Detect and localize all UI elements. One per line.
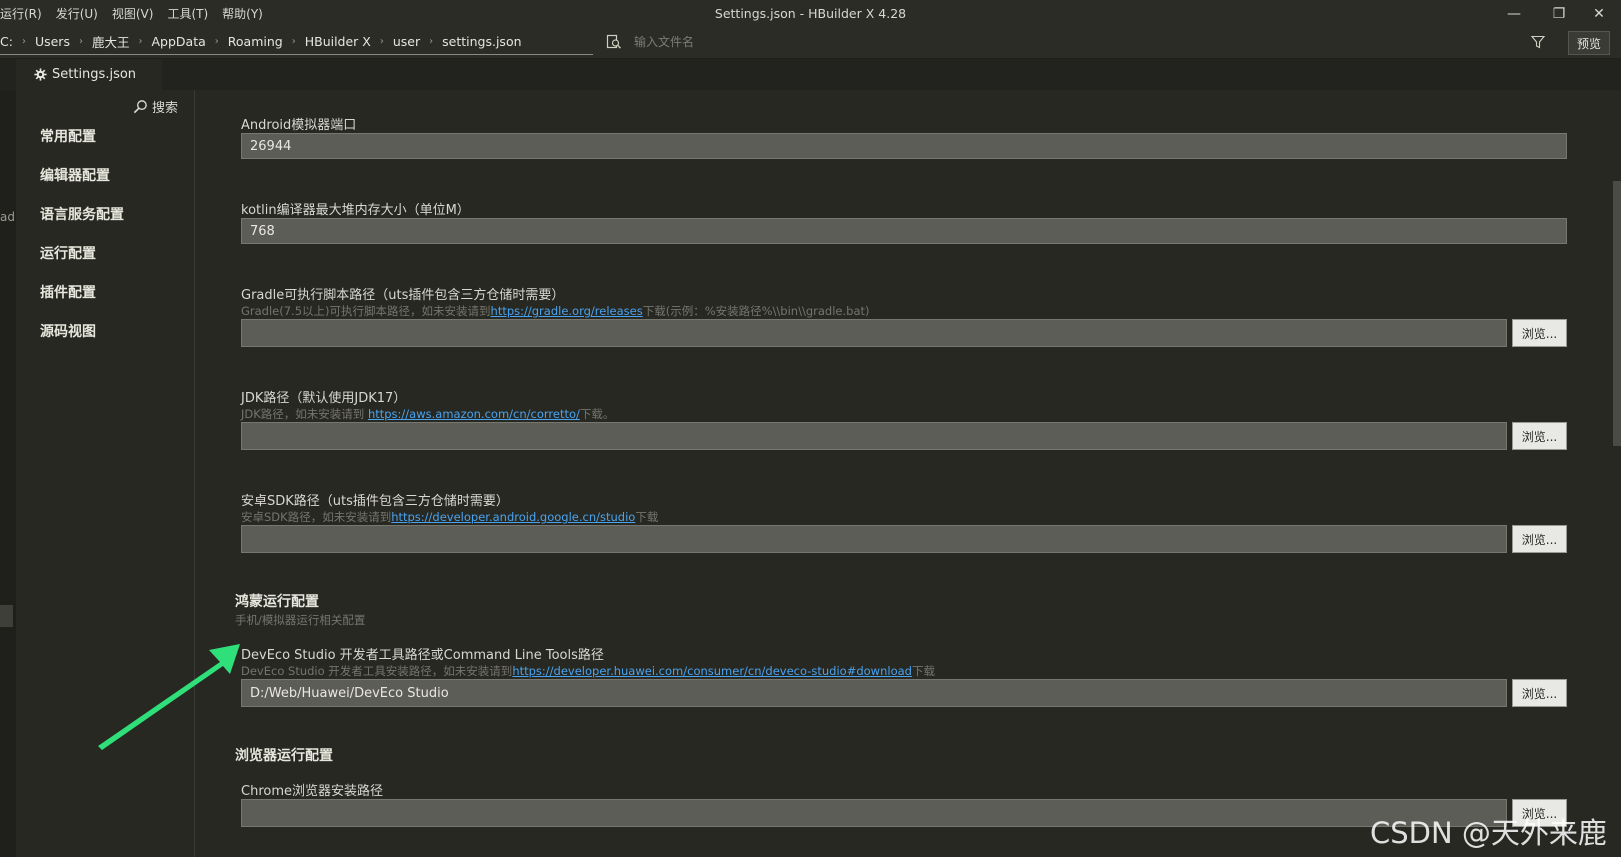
breadcrumb-item[interactable]: Users	[35, 34, 70, 49]
breadcrumb-item[interactable]: settings.json	[442, 34, 521, 49]
deveco-desc-suffix: 下载	[911, 664, 935, 678]
file-search	[606, 31, 1436, 53]
menu-view[interactable]: 视图(V)	[105, 0, 161, 28]
menu-help[interactable]: 帮助(Y)	[215, 0, 270, 28]
gradle-browse-button[interactable]: 浏览...	[1512, 319, 1567, 347]
deveco-path-description: DevEco Studio 开发者工具安装路径，如未安装请到https://de…	[241, 663, 935, 679]
jdk-browse-button[interactable]: 浏览...	[1512, 422, 1567, 450]
breadcrumb-separator-icon: ›	[291, 35, 296, 47]
harmony-section-subtitle: 手机/模拟器运行相关配置	[235, 613, 366, 627]
tab-settings-json[interactable]: Settings.json	[16, 59, 162, 90]
breadcrumb-separator-icon: ›	[214, 35, 219, 47]
tab-bar: Settings.json	[0, 59, 1621, 90]
android-sdk-label: 安卓SDK路径（uts插件包含三方仓储时需要）	[241, 494, 509, 509]
kotlin-heap-label: kotlin编译器最大堆内存大小（单位M）	[241, 203, 470, 218]
android-sdk-input[interactable]	[241, 525, 1507, 553]
sidebar-item-common[interactable]: 常用配置	[40, 126, 96, 146]
address-bar: C: › Users › 鹿大王 › AppData › Roaming › H…	[0, 28, 1621, 59]
menu-run[interactable]: 运行(R)	[0, 0, 49, 28]
breadcrumb-item[interactable]: HBuilder X	[305, 34, 371, 49]
settings-search-link[interactable]: 搜索	[133, 97, 178, 116]
tab-label: Settings.json	[52, 67, 137, 82]
gradle-path-label: Gradle可执行脚本路径（uts插件包含三方仓储时需要）	[241, 288, 565, 303]
android-sdk-description: 安卓SDK路径，如未安装请到https://developer.android.…	[241, 509, 658, 525]
preview-button[interactable]: 预览	[1568, 31, 1610, 55]
jdk-desc-prefix: JDK路径，如未安装请到	[241, 407, 368, 421]
breadcrumb: C: › Users › 鹿大王 › AppData › Roaming › H…	[0, 28, 593, 55]
sidebar-item-plugins[interactable]: 插件配置	[40, 282, 96, 302]
jdk-desc-suffix: 下载。	[579, 407, 615, 421]
deveco-download-link[interactable]: https://developer.huawei.com/consumer/cn…	[512, 664, 912, 678]
deveco-path-label: DevEco Studio 开发者工具路径或Command Line Tools…	[241, 648, 604, 663]
gradle-path-input[interactable]	[241, 319, 1507, 347]
jdk-download-link[interactable]: https://aws.amazon.com/cn/corretto/	[368, 407, 580, 421]
deveco-path-input[interactable]: D:/Web/Huawei/DevEco Studio	[241, 679, 1507, 707]
close-button[interactable]: ✕	[1576, 0, 1621, 28]
sidebar-item-run[interactable]: 运行配置	[40, 243, 96, 263]
gear-icon	[34, 68, 47, 81]
gradle-desc-prefix: Gradle(7.5以上)可执行脚本路径，如未安装请到	[241, 304, 491, 318]
gradle-desc-suffix: 下载(示例：%安装路径%\\bin\\gradle.bat)	[642, 304, 870, 318]
jdk-path-description: JDK路径，如未安装请到 https://aws.amazon.com/cn/c…	[241, 406, 614, 422]
chrome-path-label: Chrome浏览器安装路径	[241, 784, 383, 799]
breadcrumb-item[interactable]: 鹿大王	[92, 32, 130, 51]
jdk-path-input[interactable]	[241, 422, 1507, 450]
filter-icon[interactable]	[1530, 34, 1546, 50]
annotation-arrow-icon	[98, 644, 240, 750]
menu-bar: 运行(R) 发行(U) 视图(V) 工具(T) 帮助(Y)	[0, 0, 270, 28]
file-search-input[interactable]	[632, 34, 1436, 50]
sdk-desc-suffix: 下载	[635, 510, 659, 524]
minimize-button[interactable]: —	[1491, 0, 1537, 28]
sdk-desc-prefix: 安卓SDK路径，如未安装请到	[241, 510, 392, 524]
search-icon	[133, 100, 147, 114]
gradle-path-description: Gradle(7.5以上)可执行脚本路径，如未安装请到https://gradl…	[241, 303, 869, 319]
file-search-icon	[606, 34, 622, 49]
jdk-path-label: JDK路径（默认使用JDK17）	[241, 391, 407, 406]
breadcrumb-item[interactable]: user	[393, 34, 420, 49]
sidebar-item-source-view[interactable]: 源码视图	[40, 321, 96, 341]
breadcrumb-separator-icon: ›	[429, 35, 434, 47]
kotlin-heap-input[interactable]: 768	[241, 218, 1567, 244]
android-sdk-browse-button[interactable]: 浏览...	[1512, 525, 1567, 553]
breadcrumb-separator-icon: ›	[21, 35, 26, 47]
breadcrumb-item[interactable]: AppData	[151, 34, 205, 49]
sidebar-item-editor[interactable]: 编辑器配置	[40, 165, 110, 185]
breadcrumb-item[interactable]: Roaming	[228, 34, 283, 49]
breadcrumb-separator-icon: ›	[379, 35, 384, 47]
deveco-browse-button[interactable]: 浏览...	[1512, 679, 1567, 707]
breadcrumb-separator-icon: ›	[78, 35, 83, 47]
sdk-download-link[interactable]: https://developer.android.google.cn/stud…	[391, 510, 635, 524]
harmony-section-title: 鸿蒙运行配置	[235, 594, 319, 610]
menu-tools[interactable]: 工具(T)	[160, 0, 215, 28]
left-panel-marker	[0, 605, 13, 627]
breadcrumb-separator-icon: ›	[138, 35, 143, 47]
deveco-desc-prefix: DevEco Studio 开发者工具安装路径，如未安装请到	[241, 664, 513, 678]
breadcrumb-item[interactable]: C:	[0, 34, 13, 49]
scrollbar-thumb[interactable]	[1613, 181, 1621, 446]
sidebar-item-language-service[interactable]: 语言服务配置	[40, 204, 124, 224]
gradle-download-link[interactable]: https://gradle.org/releases	[491, 304, 643, 318]
android-port-label: Android模拟器端口	[241, 118, 357, 133]
android-port-input[interactable]: 26944	[241, 133, 1567, 159]
browser-section-title: 浏览器运行配置	[235, 748, 333, 764]
search-label: 搜索	[152, 101, 179, 116]
watermark: CSDN @天外来鹿	[1370, 816, 1607, 850]
left-panel-strip	[0, 58, 16, 857]
menu-publish[interactable]: 发行(U)	[49, 0, 105, 28]
chrome-path-input[interactable]	[241, 799, 1507, 827]
